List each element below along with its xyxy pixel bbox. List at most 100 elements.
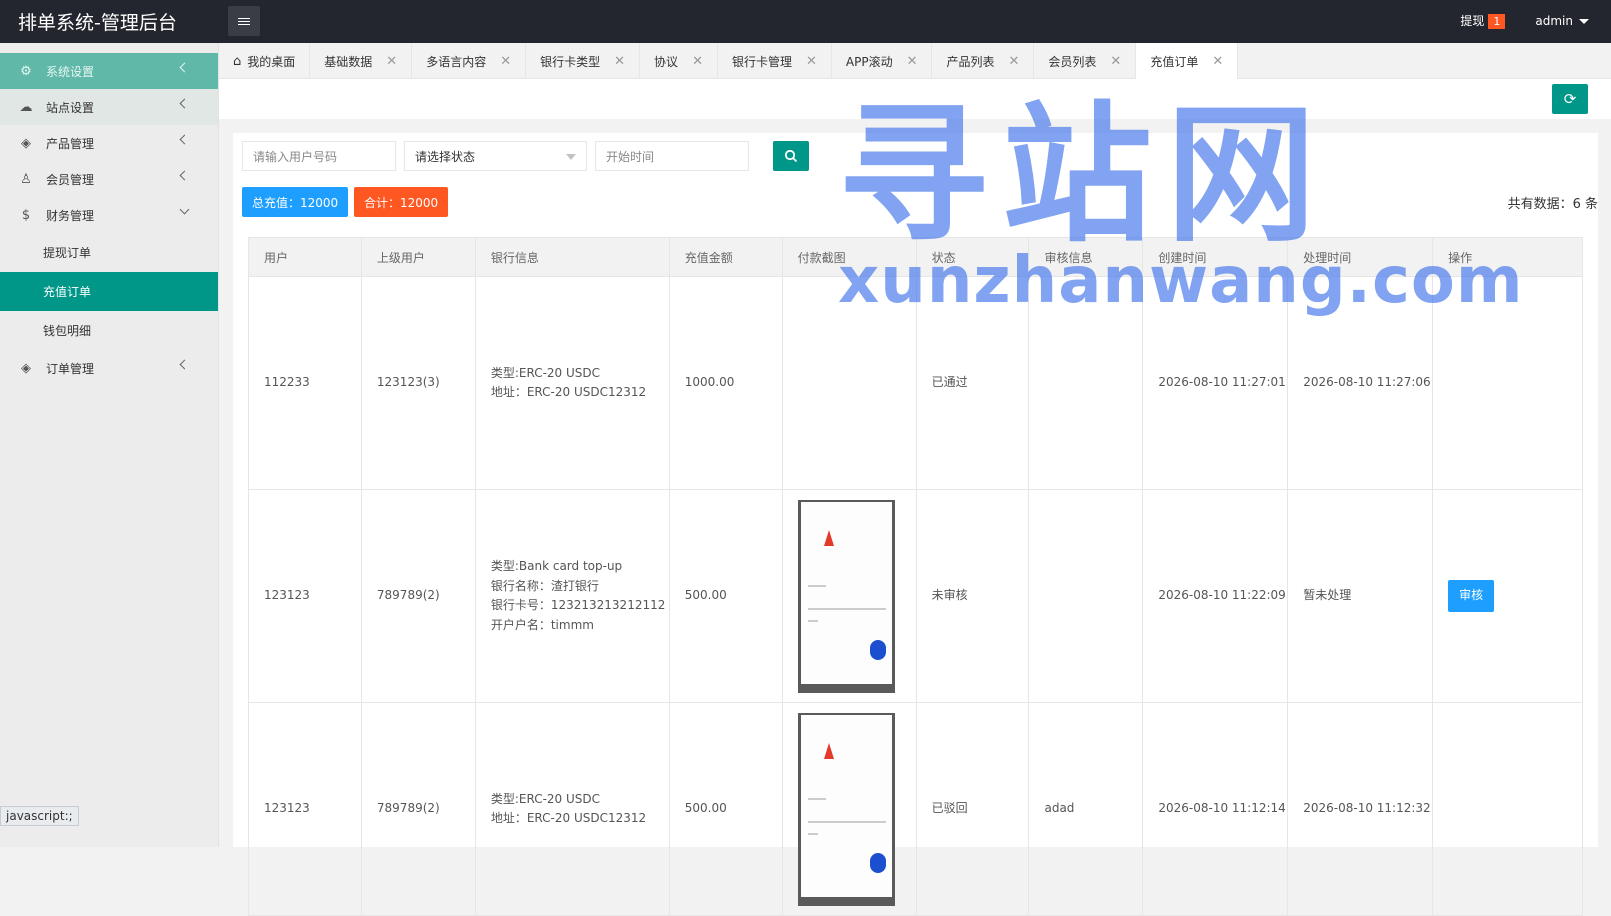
tab-bankcard-mgmt[interactable]: 银行卡管理 ✕ bbox=[718, 43, 832, 79]
close-icon[interactable]: ✕ bbox=[500, 54, 511, 69]
tab-label: 充值订单 bbox=[1150, 54, 1199, 69]
tab-member-list[interactable]: 会员列表 ✕ bbox=[1034, 43, 1137, 79]
search-button[interactable] bbox=[773, 141, 809, 171]
tab-app-scroll[interactable]: APP滚动 ✕ bbox=[832, 43, 933, 79]
tab-product-list[interactable]: 产品列表 ✕ bbox=[932, 43, 1035, 79]
col-processed: 处理时间 bbox=[1287, 237, 1434, 277]
page-toolbar: ⟳ bbox=[219, 79, 1611, 119]
tab-label: 产品列表 bbox=[946, 54, 995, 69]
table-header-row: 用户 上级用户 银行信息 充值金额 付款截图 状态 审核信息 创建时间 处理时间… bbox=[248, 237, 1583, 277]
cell-user: 123123 bbox=[248, 702, 362, 916]
close-icon[interactable]: ✕ bbox=[1110, 54, 1121, 69]
chevron-left-icon bbox=[179, 359, 190, 370]
sidebar-subitem-wallet-details[interactable]: 钱包明细 bbox=[0, 311, 218, 350]
cell-status: 已通过 bbox=[915, 276, 1030, 490]
close-icon[interactable]: ✕ bbox=[1009, 54, 1020, 69]
sidebar-item-label: 站点设置 bbox=[46, 100, 95, 115]
tab-bar: ⌂ 我的桌面 基础数据 ✕ 多语言内容 ✕ 银行卡类型 ✕ 协议 ✕ 银行卡管理 ✕ APP… bbox=[219, 43, 1611, 79]
col-bank: 银行信息 bbox=[474, 237, 670, 277]
close-icon[interactable]: ✕ bbox=[806, 54, 817, 69]
cube-icon: ◈ bbox=[21, 135, 31, 151]
screenshot-line bbox=[807, 832, 818, 835]
close-icon[interactable]: ✕ bbox=[614, 54, 625, 69]
screenshot-button-shape bbox=[869, 852, 886, 873]
cell-parent: 123123(3) bbox=[360, 276, 476, 490]
cell-review: adad bbox=[1028, 702, 1144, 916]
menu-toggle-button[interactable] bbox=[228, 6, 260, 36]
sidebar-item-site[interactable]: ☁ 站点设置 bbox=[0, 89, 218, 125]
sidebar-item-members[interactable]: ♙ 会员管理 bbox=[0, 161, 218, 197]
tab-agreement[interactable]: 协议 ✕ bbox=[640, 43, 718, 79]
cell-screenshot bbox=[781, 489, 917, 703]
cell-user: 112233 bbox=[248, 276, 362, 490]
sidebar-item-label: 会员管理 bbox=[46, 172, 95, 187]
cell-action bbox=[1432, 276, 1583, 490]
col-parent: 上级用户 bbox=[360, 237, 476, 277]
withdraw-link[interactable]: 提现 1 bbox=[1460, 12, 1506, 29]
tab-label: 多语言内容 bbox=[426, 54, 487, 69]
tab-basic-data[interactable]: 基础数据 ✕ bbox=[310, 43, 413, 79]
screenshot-line bbox=[807, 797, 826, 800]
table-row: 123123 789789(2) 类型:Bank card top-up 银行名… bbox=[248, 489, 1583, 703]
sidebar-item-label: 产品管理 bbox=[46, 136, 95, 151]
cell-bank: 类型:ERC-20 USDC 地址：ERC-20 USDC12312 bbox=[474, 702, 670, 916]
col-status: 状态 bbox=[915, 237, 1030, 277]
tab-bankcard-types[interactable]: 银行卡类型 ✕ bbox=[526, 43, 641, 79]
bank-line: 类型:ERC-20 USDC bbox=[490, 791, 601, 806]
user-icon: ♙ bbox=[20, 171, 32, 187]
payment-screenshot[interactable] bbox=[797, 712, 895, 906]
bank-line: 银行卡号：123213213212112 bbox=[490, 598, 666, 612]
close-icon[interactable]: ✕ bbox=[907, 54, 918, 69]
sidebar-item-products[interactable]: ◈ 产品管理 bbox=[0, 125, 218, 161]
tab-label: 协议 bbox=[654, 54, 679, 69]
user-menu[interactable]: admin bbox=[1535, 14, 1589, 28]
recharge-table: 用户 上级用户 银行信息 充值金额 付款截图 状态 审核信息 创建时间 处理时间… bbox=[248, 237, 1583, 916]
cell-processed: 暂未处理 bbox=[1287, 489, 1434, 703]
sidebar: ⚙ 系统设置 ☁ 站点设置 ◈ 产品管理 ♙ 会员管理 $ 财务管理 提现订单 … bbox=[0, 43, 219, 847]
cell-amount: 500.00 bbox=[668, 702, 783, 916]
cube-icon: ◈ bbox=[21, 360, 31, 376]
withdraw-label: 提现 bbox=[1460, 14, 1485, 28]
dropdown-arrow-icon bbox=[566, 154, 576, 160]
refresh-button[interactable]: ⟳ bbox=[1552, 84, 1588, 114]
top-bar: 排单系统-管理后台 提现 1 admin bbox=[0, 0, 1611, 43]
cell-user: 123123 bbox=[248, 489, 362, 703]
screenshot-line bbox=[807, 584, 826, 587]
col-amount: 充值金额 bbox=[668, 237, 783, 277]
sidebar-item-orders[interactable]: ◈ 订单管理 bbox=[0, 350, 218, 386]
tab-desktop[interactable]: ⌂ 我的桌面 bbox=[219, 43, 311, 79]
sidebar-item-system[interactable]: ⚙ 系统设置 bbox=[0, 53, 218, 89]
refresh-icon: ⟳ bbox=[1563, 90, 1577, 108]
close-icon[interactable]: ✕ bbox=[386, 54, 397, 69]
record-count: 共有数据：6 条 bbox=[1507, 197, 1598, 212]
caret-down-icon bbox=[1579, 18, 1589, 24]
bank-line: 开户户名：timmm bbox=[490, 617, 594, 632]
tab-recharge-orders[interactable]: 充值订单 ✕ bbox=[1136, 43, 1239, 79]
sidebar-subitem-recharge-orders[interactable]: 充值订单 bbox=[0, 272, 218, 311]
bank-line: 地址：ERC-20 USDC12312 bbox=[490, 385, 647, 399]
tab-multilang[interactable]: 多语言内容 ✕ bbox=[412, 43, 527, 79]
dollar-icon: $ bbox=[21, 207, 31, 223]
sidebar-item-finance[interactable]: $ 财务管理 bbox=[0, 197, 218, 233]
payment-screenshot[interactable] bbox=[797, 499, 895, 693]
cell-bank: 类型:Bank card top-up 银行名称：渣打银行 银行卡号：12321… bbox=[474, 489, 670, 703]
sum-badge: 合计：12000 bbox=[354, 187, 449, 217]
withdraw-badge: 1 bbox=[1488, 14, 1506, 29]
close-icon[interactable]: ✕ bbox=[692, 54, 703, 69]
sidebar-subitem-withdraw-orders[interactable]: 提现订单 bbox=[0, 233, 218, 272]
audit-button[interactable]: 审核 bbox=[1448, 580, 1495, 612]
cell-parent: 789789(2) bbox=[360, 702, 476, 916]
table-row: 123123 789789(2) 类型:ERC-20 USDC 地址：ERC-2… bbox=[248, 702, 1583, 916]
start-time-input[interactable]: 开始时间 bbox=[595, 141, 749, 171]
status-select[interactable]: 请选择状态 bbox=[404, 141, 587, 171]
cell-screenshot bbox=[781, 702, 917, 916]
user-number-input[interactable]: 请输入用户号码 bbox=[242, 141, 396, 171]
col-user: 用户 bbox=[248, 237, 362, 277]
close-icon[interactable]: ✕ bbox=[1212, 54, 1223, 69]
app-title: 排单系统-管理后台 bbox=[18, 12, 177, 34]
screenshot-logo-shape bbox=[823, 529, 834, 546]
bank-line: 类型:ERC-20 USDC bbox=[490, 365, 601, 380]
cell-amount: 1000.00 bbox=[668, 276, 783, 490]
bank-line: 类型:Bank card top-up bbox=[490, 559, 623, 573]
user-name: admin bbox=[1535, 13, 1573, 28]
